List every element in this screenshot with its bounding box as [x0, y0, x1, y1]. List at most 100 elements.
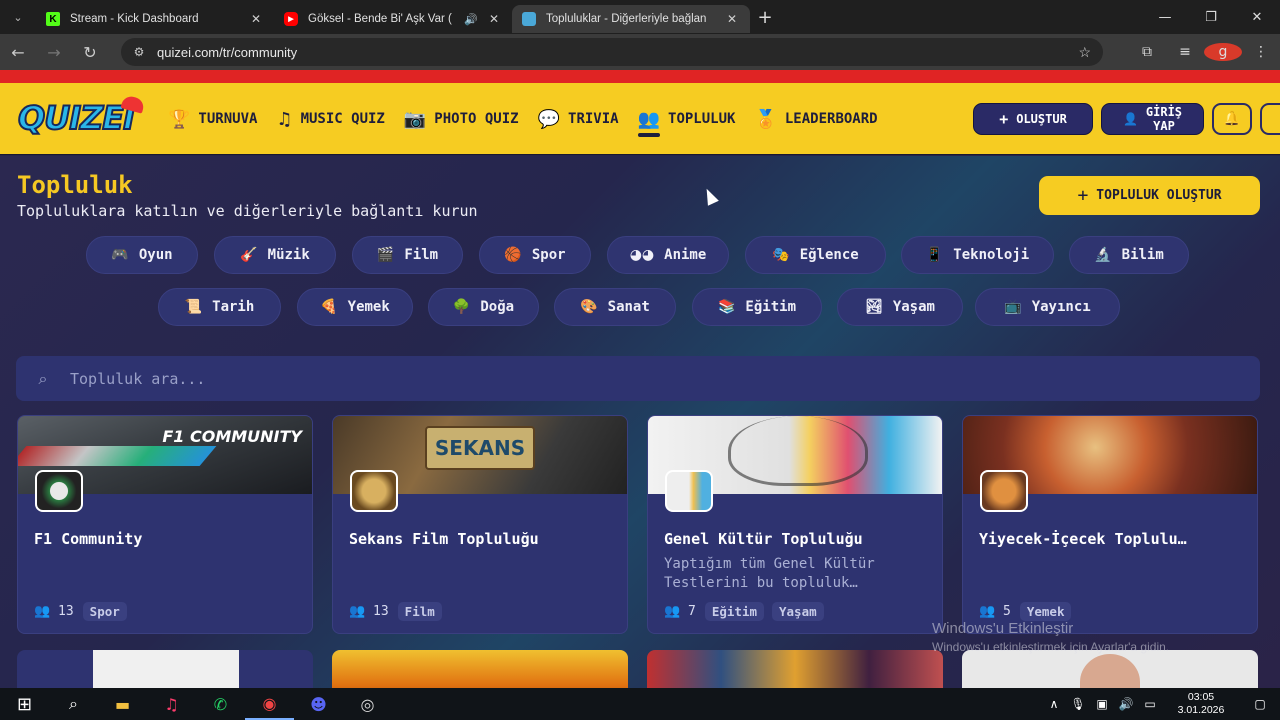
extensions-icon[interactable]: ⧉ [1128, 44, 1166, 60]
display-icon[interactable]: ▭ [1138, 697, 1162, 711]
login-button[interactable]: 👤 GİRİŞ YAP [1101, 103, 1204, 135]
media-control-icon[interactable]: ≡ [1166, 44, 1204, 60]
search-input[interactable] [70, 369, 1260, 388]
community-avatar [35, 470, 83, 512]
browser-menu-icon[interactable]: ⋮ [1242, 44, 1280, 60]
chrome-icon[interactable]: ◉ [245, 688, 294, 720]
community-card[interactable] [332, 650, 628, 688]
community-card[interactable]: F1 COMMUNITY F1 Community 👥 13 Spor [17, 415, 313, 634]
community-title: Genel Kültür Topluluğu [664, 530, 863, 548]
restore-icon[interactable]: ❐ [1188, 0, 1234, 34]
tab-search-icon[interactable]: ⌄ [0, 0, 36, 34]
chip-label: Sanat [607, 299, 650, 315]
community-card[interactable]: Yiyecek-İçecek Toplulu… 👥 5 Yemek [962, 415, 1258, 634]
chip-label: Müzik [267, 247, 310, 263]
category-doga[interactable]: 🌳 Doğa [428, 288, 539, 326]
category-yayinci[interactable]: 📺 Yayıncı [975, 288, 1120, 326]
site-info-icon[interactable]: ⚙ [121, 45, 157, 59]
extra-header-button[interactable] [1260, 103, 1280, 135]
nav-label: MUSIC QUIZ [300, 111, 385, 127]
windows-activation-watermark: Windows'u Etkinleştir Windows'u etkinleş… [932, 620, 1169, 654]
create-community-button[interactable]: + TOPLULUK OLUŞTUR [1039, 176, 1260, 215]
community-card[interactable] [962, 650, 1258, 688]
tab-quizei[interactable]: Topluluklar - Diğerleriyle bağlan ✕ [512, 5, 750, 33]
category-sanat[interactable]: 🎨 Sanat [554, 288, 676, 326]
close-tab-icon[interactable]: ✕ [724, 12, 740, 26]
category-yemek[interactable]: 🍕 Yemek [297, 288, 413, 326]
community-footer: 👥 5 Yemek [979, 602, 1079, 621]
login-label: GİRİŞ YAP [1146, 105, 1182, 133]
whatsapp-icon[interactable]: ✆ [196, 688, 245, 720]
search-icon[interactable]: ⌕ [49, 688, 98, 720]
category-anime[interactable]: ◕◕ Anime [607, 236, 729, 274]
forward-icon[interactable]: → [36, 43, 72, 62]
music-note-icon: ♫ [276, 108, 293, 130]
page-title: Topluluk [17, 171, 133, 199]
community-card[interactable] [647, 650, 943, 688]
minimize-icon[interactable]: — [1142, 0, 1188, 34]
nav-label: TURNUVA [198, 111, 258, 127]
category-oyun[interactable]: 🎮 Oyun [86, 236, 198, 274]
create-button[interactable]: + OLUŞTUR [973, 103, 1093, 135]
reload-icon[interactable]: ↻ [72, 43, 108, 62]
category-film[interactable]: 🎬 Film [352, 236, 463, 274]
category-tag[interactable]: Film [397, 602, 442, 621]
palette-icon: 🎨 [580, 299, 598, 315]
category-tarih[interactable]: 📜 Tarih [158, 288, 281, 326]
nav-leaderboard[interactable]: 🏅 LEADERBOARD [754, 99, 877, 139]
itunes-icon[interactable]: ♫ [147, 688, 196, 720]
quizei-icon [522, 12, 536, 26]
logo-text: QUIZEI [17, 98, 136, 138]
notification-center-icon[interactable]: ▢ [1240, 697, 1280, 711]
nav-turnuva[interactable]: 🏆 TURNUVA [168, 99, 257, 139]
bookmark-star-icon[interactable]: ☆ [1078, 44, 1091, 61]
trophy-icon: 🏆 [168, 108, 191, 130]
category-egitim[interactable]: 📚 Eğitim [692, 288, 822, 326]
close-tab-icon[interactable]: ✕ [486, 12, 502, 26]
address-bar[interactable]: ⚙ quizei.com/tr/community ☆ [121, 38, 1103, 66]
url-text[interactable]: quizei.com/tr/community [157, 45, 297, 60]
start-button[interactable]: ⊞ [0, 688, 49, 720]
site-logo[interactable]: QUIZEI [17, 94, 146, 138]
category-tag[interactable]: Spor [82, 602, 127, 621]
back-icon[interactable]: ← [0, 43, 36, 62]
volume-icon[interactable]: 🔊 [1114, 697, 1138, 711]
file-explorer-icon[interactable]: ▬ [98, 688, 147, 720]
microphone-icon[interactable]: 🎙 [1066, 697, 1090, 711]
create-community-label: TOPLULUK OLUŞTUR [1096, 188, 1222, 203]
obs-icon[interactable]: ◎ [343, 688, 392, 720]
category-tag[interactable]: Eğitim [704, 602, 764, 621]
close-window-icon[interactable]: ✕ [1234, 0, 1280, 34]
profile-button[interactable]: g [1204, 43, 1242, 61]
network-icon[interactable]: ▣ [1090, 697, 1114, 711]
new-tab-button[interactable]: + [750, 7, 780, 28]
toolbar-right: ⧉ ≡ g ⋮ [1128, 34, 1280, 70]
clock[interactable]: 03:05 3.01.2026 [1162, 691, 1240, 717]
category-tag[interactable]: Yaşam [772, 602, 824, 621]
nav-photo-quiz[interactable]: 📷 PHOTO QUIZ [404, 99, 519, 139]
category-yasam[interactable]: 🏞 Yaşam [837, 288, 963, 326]
close-tab-icon[interactable]: ✕ [248, 12, 264, 26]
category-eglence[interactable]: 🎭 Eğlence [745, 236, 886, 274]
nav-label: TOPLULUK [668, 111, 736, 127]
nav-music-quiz[interactable]: ♫ MUSIC QUIZ [276, 99, 384, 139]
members-value: 7 [688, 604, 696, 619]
category-bilim[interactable]: 🔬 Bilim [1069, 236, 1189, 274]
category-tag[interactable]: Yemek [1019, 602, 1072, 621]
nav-topluluk[interactable]: 👥 TOPLULUK [637, 99, 736, 139]
community-card[interactable] [17, 650, 313, 688]
discord-icon[interactable]: ☻ [294, 688, 343, 720]
category-muzik[interactable]: 🎸 Müzik [214, 236, 336, 274]
chevron-up-icon[interactable]: ∧ [1042, 697, 1066, 711]
nav-trivia[interactable]: 💬 TRIVIA [538, 99, 619, 139]
landscape-icon: 🏞 [865, 299, 883, 315]
clock-time: 03:05 [1187, 691, 1215, 703]
community-card[interactable]: SEKANS Sekans Film Topluluğu 👥 13 Film [332, 415, 628, 634]
tab-kick[interactable]: K Stream - Kick Dashboard ✕ [36, 5, 274, 33]
tab-youtube[interactable]: ▶ Göksel - Bende Bi' Aşk Var ( 🔊 ✕ [274, 5, 512, 33]
notifications-button[interactable]: 🔔 [1212, 103, 1252, 135]
category-teknoloji[interactable]: 📱 Teknoloji [901, 236, 1054, 274]
category-spor[interactable]: 🏀 Spor [479, 236, 591, 274]
speaker-icon[interactable]: 🔊 [464, 13, 478, 26]
community-card[interactable]: Genel Kültür Topluluğu Yaptığım tüm Gene… [647, 415, 943, 634]
